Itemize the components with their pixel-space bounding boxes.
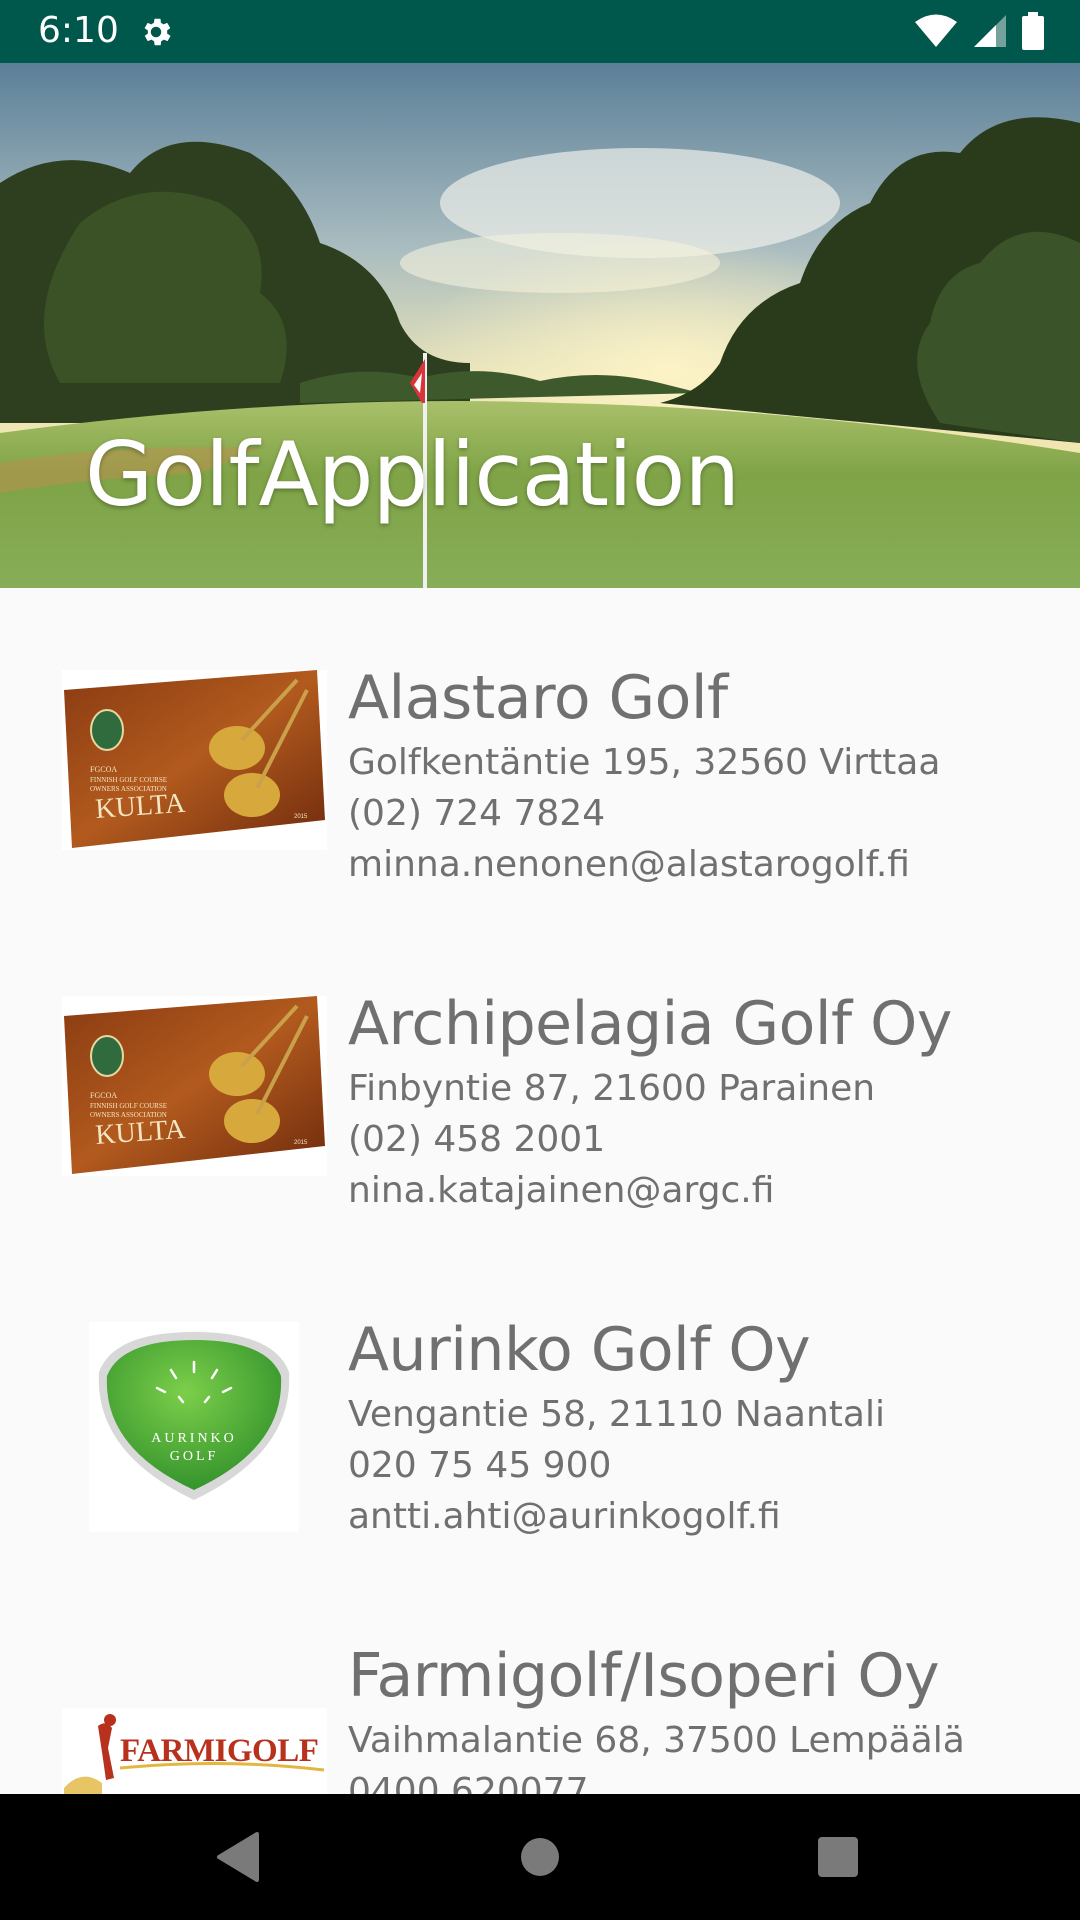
club-name: Archipelagia Golf Oy bbox=[348, 989, 952, 1059]
back-icon[interactable] bbox=[205, 1824, 271, 1890]
club-info: Alastaro Golf Golfkentäntie 195, 32560 V… bbox=[348, 662, 940, 890]
club-name: Alastaro Golf bbox=[348, 663, 728, 733]
kulta-card-logo: FGCOA FINNISH GOLF COURSE OWNERS ASSOCIA… bbox=[62, 996, 327, 1176]
gear-icon bbox=[144, 18, 171, 46]
club-phone: (02) 458 2001 bbox=[348, 1119, 606, 1160]
club-phone: 020 75 45 900 bbox=[348, 1445, 612, 1486]
list-item-alastaro-golf[interactable]: FGCOA FINNISH GOLF COURSE OWNERS ASSOCIA… bbox=[0, 662, 1080, 988]
club-email: antti.ahti@aurinkogolf.fi bbox=[348, 1496, 781, 1537]
collapsing-toolbar-header: GolfApplication bbox=[0, 63, 1080, 588]
club-address: Vengantie 58, 21110 Naantali bbox=[348, 1394, 885, 1435]
svg-text:2015: 2015 bbox=[294, 1140, 308, 1146]
list-item-archipelagia-golf[interactable]: FGCOA FINNISH GOLF COURSE OWNERS ASSOCIA… bbox=[0, 988, 1080, 1314]
list-item-aurinko-golf[interactable]: AURINKO GOLF Aurinko Golf Oy Vengantie 5… bbox=[0, 1314, 1080, 1640]
recents-icon[interactable] bbox=[805, 1824, 871, 1890]
svg-text:FINNISH GOLF COURSE: FINNISH GOLF COURSE bbox=[90, 1102, 167, 1110]
status-icons bbox=[914, 12, 1044, 50]
club-phone: 0400 620077 bbox=[348, 1771, 589, 1794]
kulta-card-logo: FGCOA FINNISH GOLF COURSE OWNERS ASSOCIA… bbox=[62, 670, 327, 850]
svg-text:KULTA: KULTA bbox=[94, 1114, 187, 1151]
svg-text:GOLF: GOLF bbox=[170, 1449, 219, 1464]
club-address: Vaihmalantie 68, 37500 Lempäälä bbox=[348, 1720, 965, 1761]
golf-club-list[interactable]: FGCOA FINNISH GOLF COURSE OWNERS ASSOCIA… bbox=[0, 588, 1080, 1794]
svg-text:FGCOA: FGCOA bbox=[90, 765, 117, 774]
club-info: Archipelagia Golf Oy Finbyntie 87, 21600… bbox=[348, 988, 952, 1216]
app-title: GolfApplication bbox=[85, 423, 740, 526]
signal-icon bbox=[974, 15, 1006, 47]
club-phone: (02) 724 7824 bbox=[348, 793, 606, 834]
club-email: nina.katajainen@argc.fi bbox=[348, 1170, 775, 1211]
svg-text:FGCOA: FGCOA bbox=[90, 1091, 117, 1100]
club-info: Aurinko Golf Oy Vengantie 58, 21110 Naan… bbox=[348, 1314, 885, 1542]
status-time: 6:10 bbox=[38, 10, 119, 51]
club-address: Finbyntie 87, 21600 Parainen bbox=[348, 1068, 876, 1109]
svg-text:2015: 2015 bbox=[294, 814, 308, 820]
wifi-icon bbox=[915, 14, 957, 47]
list-item-farmigolf[interactable]: FARMIGOLF Farmigolf/Isoperi Oy Vaihmalan… bbox=[0, 1640, 1080, 1794]
club-name: Farmigolf/Isoperi Oy bbox=[348, 1641, 940, 1711]
aurinko-golf-logo: AURINKO GOLF bbox=[89, 1322, 299, 1532]
club-info: Farmigolf/Isoperi Oy Vaihmalantie 68, 37… bbox=[348, 1640, 965, 1794]
svg-text:KULTA: KULTA bbox=[94, 788, 187, 825]
home-icon[interactable] bbox=[507, 1824, 573, 1890]
svg-text:AURINKO: AURINKO bbox=[151, 1431, 237, 1446]
farmigolf-logo: FARMIGOLF bbox=[62, 1708, 327, 1794]
club-name: Aurinko Golf Oy bbox=[348, 1315, 811, 1385]
club-address: Golfkentäntie 195, 32560 Virttaa bbox=[348, 742, 941, 783]
club-email: minna.nenonen@alastarogolf.fi bbox=[348, 844, 910, 885]
battery-icon bbox=[1022, 12, 1044, 50]
svg-text:FINNISH GOLF COURSE: FINNISH GOLF COURSE bbox=[90, 776, 167, 784]
screen: 6:10 GolfApplication FGCOA FINNISH GOLF … bbox=[0, 0, 1080, 1920]
navigation-bar bbox=[0, 1794, 1080, 1920]
status-bar: 6:10 bbox=[0, 0, 1080, 63]
